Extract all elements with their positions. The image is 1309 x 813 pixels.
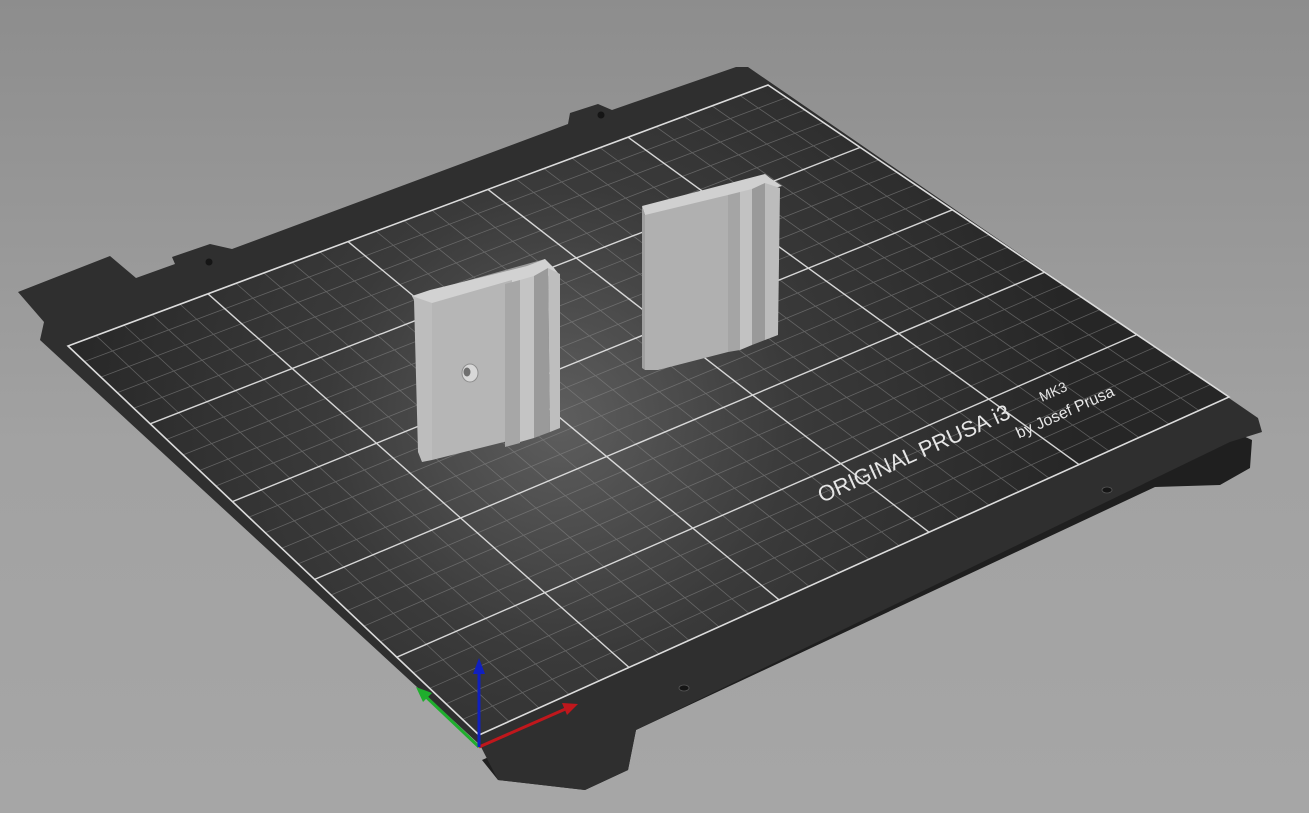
print-bed: ORIGINAL PRUSA i3 MK3 by Josef Prusa (18, 67, 1262, 790)
model-object-1[interactable] (412, 259, 560, 462)
bed-screw-hole (597, 111, 605, 119)
bed-screw-hole (678, 684, 690, 692)
bed-screw-hole (205, 258, 213, 266)
model-object-2[interactable] (642, 174, 782, 370)
bed-screw-hole (1101, 486, 1113, 494)
3d-viewport[interactable]: ORIGINAL PRUSA i3 MK3 by Josef Prusa (0, 0, 1309, 813)
